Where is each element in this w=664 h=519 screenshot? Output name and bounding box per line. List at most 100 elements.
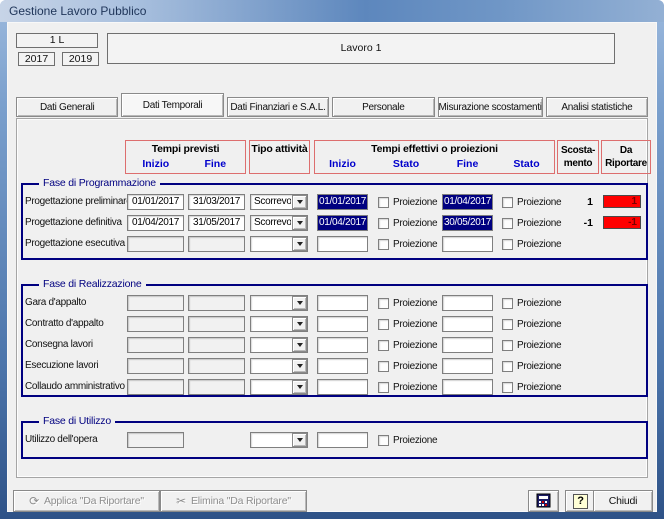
fine-previsto-field[interactable] [188,236,245,252]
chevron-down-icon[interactable] [292,433,307,447]
proiezione-checkbox-inizio[interactable]: Proiezione [378,338,437,352]
chevron-down-icon[interactable] [292,359,307,373]
fine-previsto-field[interactable] [188,379,245,395]
chevron-down-icon[interactable] [292,237,307,251]
checkbox-icon[interactable] [378,239,389,250]
tipo-attivita-select[interactable] [250,358,308,374]
fine-effettivo-field[interactable]: 01/04/2017 [442,194,493,210]
chiudi-button[interactable]: Chiudi [593,490,653,512]
inizio-effettivo-field[interactable] [317,295,368,311]
help-button[interactable]: ? [565,490,596,512]
tab-dati-generali[interactable]: Dati Generali [16,97,118,117]
inizio-effettivo-field[interactable] [317,432,368,448]
fine-previsto-field[interactable] [188,295,245,311]
fine-previsto-field[interactable]: 31/03/2017 [188,194,245,210]
tipo-attivita-select[interactable] [250,337,308,353]
inizio-previsto-field[interactable]: 01/04/2017 [127,215,184,231]
chevron-down-icon[interactable] [292,338,307,352]
proiezione-checkbox-inizio[interactable]: Proiezione [378,433,437,447]
inizio-previsto-field[interactable] [127,358,184,374]
inizio-previsto-field[interactable] [127,432,184,448]
inizio-effettivo-field[interactable] [317,337,368,353]
proiezione-checkbox-fine[interactable]: Proiezione [502,237,561,251]
inizio-previsto-field[interactable] [127,295,184,311]
checkbox-icon[interactable] [502,340,513,351]
applica-da-riportare-button[interactable]: ⟳ Applica "Da Riportare" [13,490,160,512]
proiezione-checkbox-fine[interactable]: Proiezione [502,317,561,331]
tipo-attivita-select[interactable] [250,236,308,252]
tipo-attivita-select[interactable] [250,316,308,332]
proiezione-checkbox-fine[interactable]: Proiezione [502,380,561,394]
inizio-effettivo-field[interactable] [317,379,368,395]
tab-misurazione-scostamenti[interactable]: Misurazione scostamenti [438,97,543,117]
fine-previsto-field[interactable] [188,358,245,374]
checkbox-icon[interactable] [378,382,389,393]
inizio-effettivo-field[interactable]: 01/04/2017 [317,215,368,231]
inizio-previsto-field[interactable] [127,337,184,353]
proiezione-checkbox-inizio[interactable]: Proiezione [378,380,437,394]
tab-dati-finanziari[interactable]: Dati Finanziari e S.A.L. [227,97,329,117]
tipo-attivita-select[interactable]: Scorrevole [250,215,308,231]
fine-previsto-field[interactable] [188,337,245,353]
checkbox-icon[interactable] [502,319,513,330]
report-button[interactable] [528,490,559,512]
checkbox-icon[interactable] [378,218,389,229]
tab-dati-temporali[interactable]: Dati Temporali [121,93,223,117]
checkbox-icon[interactable] [502,382,513,393]
inizio-previsto-field[interactable]: 01/01/2017 [127,194,184,210]
proiezione-checkbox-inizio[interactable]: Proiezione [378,216,437,230]
inizio-previsto-field[interactable] [127,316,184,332]
fine-effettivo-field[interactable] [442,236,493,252]
checkbox-icon[interactable] [378,319,389,330]
proiezione-checkbox-fine[interactable]: Proiezione [502,216,561,230]
fine-effettivo-field[interactable]: 30/05/2017 [442,215,493,231]
tab-personale[interactable]: Personale [332,97,434,117]
checkbox-icon[interactable] [502,361,513,372]
fine-effettivo-field[interactable] [442,358,493,374]
chevron-down-icon[interactable] [292,380,307,394]
inizio-effettivo-field[interactable] [317,316,368,332]
inizio-effettivo-field[interactable]: 01/01/2017 [317,194,368,210]
tipo-attivita-select[interactable] [250,379,308,395]
proiezione-checkbox-inizio[interactable]: Proiezione [378,359,437,373]
proiezione-checkbox-inizio[interactable]: Proiezione [378,296,437,310]
proiezione-checkbox-inizio[interactable]: Proiezione [378,195,437,209]
checkbox-icon[interactable] [378,197,389,208]
table-row: Esecuzione lavori Proiezione Proiezione [17,358,649,375]
chevron-down-icon[interactable] [292,296,307,310]
fine-previsto-field[interactable] [188,316,245,332]
checkbox-icon[interactable] [502,197,513,208]
proiezione-checkbox-fine[interactable]: Proiezione [502,338,561,352]
inizio-effettivo-field[interactable] [317,358,368,374]
chevron-down-icon[interactable] [292,216,307,230]
tipo-attivita-select[interactable] [250,432,308,448]
inizio-previsto-field[interactable] [127,236,184,252]
titlebar[interactable]: Gestione Lavoro Pubblico [0,0,664,22]
tipo-attivita-select[interactable] [250,295,308,311]
proiezione-checkbox-fine[interactable]: Proiezione [502,359,561,373]
inizio-previsto-field[interactable] [127,379,184,395]
tipo-attivita-select[interactable]: Scorrevole [250,194,308,210]
fine-effettivo-field[interactable] [442,337,493,353]
chevron-down-icon[interactable] [292,317,307,331]
proiezione-checkbox-inizio[interactable]: Proiezione [378,237,437,251]
inizio-effettivo-field[interactable] [317,236,368,252]
proiezione-label: Proiezione [393,340,437,351]
checkbox-icon[interactable] [502,239,513,250]
elimina-da-riportare-button[interactable]: ✂ Elimina "Da Riportare" [160,490,307,512]
checkbox-icon[interactable] [378,435,389,446]
checkbox-icon[interactable] [378,298,389,309]
fine-previsto-field[interactable]: 31/05/2017 [188,215,245,231]
chevron-down-icon[interactable] [292,195,307,209]
fine-effettivo-field[interactable] [442,316,493,332]
checkbox-icon[interactable] [378,340,389,351]
checkbox-icon[interactable] [502,218,513,229]
checkbox-icon[interactable] [502,298,513,309]
checkbox-icon[interactable] [378,361,389,372]
fine-effettivo-field[interactable] [442,295,493,311]
fine-effettivo-field[interactable] [442,379,493,395]
proiezione-checkbox-fine[interactable]: Proiezione [502,296,561,310]
tab-analisi-statistiche[interactable]: Analisi statistiche [546,97,648,117]
proiezione-checkbox-inizio[interactable]: Proiezione [378,317,437,331]
proiezione-checkbox-fine[interactable]: Proiezione [502,195,561,209]
